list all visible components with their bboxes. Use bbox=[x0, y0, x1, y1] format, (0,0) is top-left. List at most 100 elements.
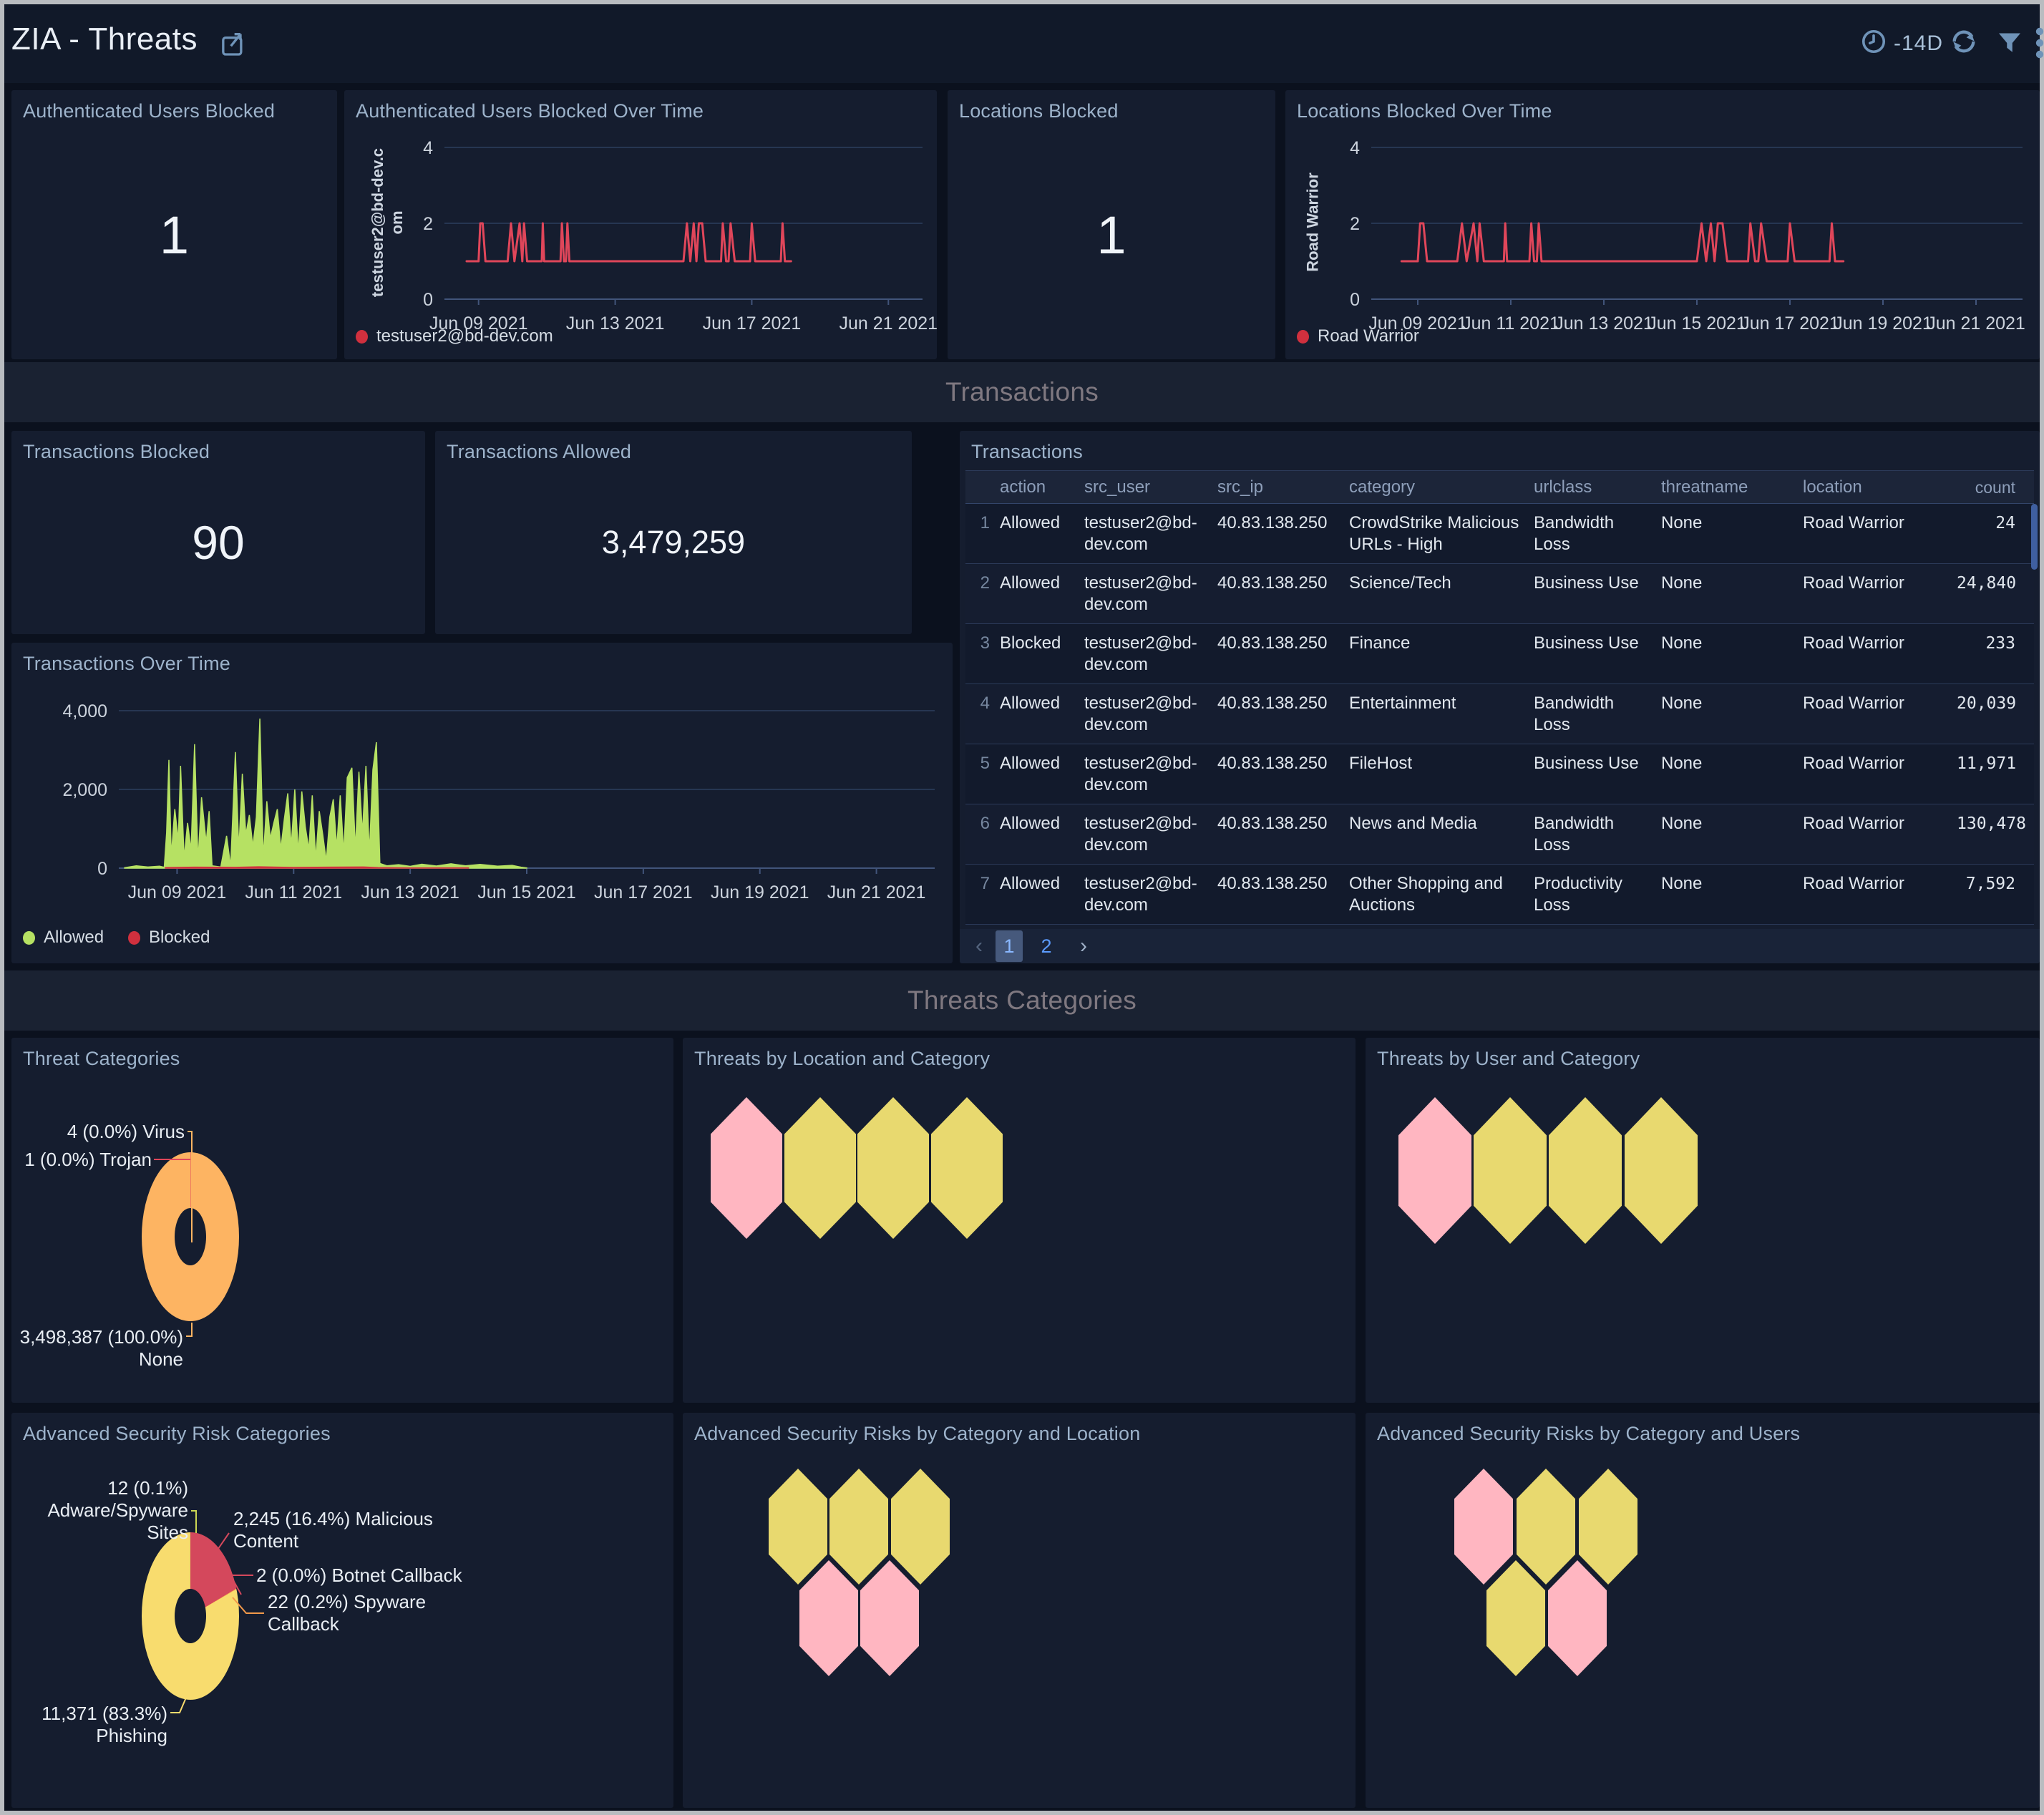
svg-text:0: 0 bbox=[97, 859, 107, 879]
legend-label: testuser2@bd-dev.com bbox=[376, 326, 553, 346]
pagination-page-1[interactable]: 1 bbox=[996, 930, 1023, 962]
hex-cell[interactable] bbox=[1625, 1097, 1698, 1244]
cell-category: CrowdStrike Malicious URLs - High bbox=[1349, 513, 1519, 554]
chart-legend[interactable]: testuser2@bd-dev.com bbox=[356, 326, 553, 346]
donut-label-botnet-callback[interactable]: 2 (0.0%) Botnet Callback bbox=[256, 1565, 500, 1587]
cell-urlclass: Business Use bbox=[1534, 633, 1639, 653]
column-header-urlclass[interactable]: urlclass bbox=[1527, 477, 1654, 498]
cell-count: 20,039 bbox=[1957, 694, 2017, 713]
column-header-category[interactable]: category bbox=[1342, 477, 1527, 498]
table-header-row[interactable]: action src_user src_ip category urlclass thre… bbox=[965, 471, 2034, 504]
cell-threat: None bbox=[1661, 754, 1703, 773]
column-header-src_ip[interactable]: src_ip bbox=[1210, 477, 1342, 498]
cell-category: Science/Tech bbox=[1349, 573, 1451, 593]
hex-cell[interactable] bbox=[829, 1469, 888, 1585]
svg-text:Jun 11 2021: Jun 11 2021 bbox=[1462, 313, 1559, 334]
pagination-prev-icon[interactable]: ‹ bbox=[967, 934, 991, 958]
hex-cell[interactable] bbox=[1398, 1097, 1471, 1244]
cell-location: Road Warrior bbox=[1803, 694, 1904, 713]
share-icon[interactable] bbox=[219, 28, 248, 59]
panel-transactions-table: Transactions action src_user src_ip categor… bbox=[960, 431, 2040, 963]
panel-title: Threats by Location and Category bbox=[694, 1048, 991, 1069]
hex-cell[interactable] bbox=[799, 1560, 858, 1676]
pagination-pages: 12 bbox=[996, 930, 1060, 962]
cell-ip: 40.83.138.250 bbox=[1217, 633, 1328, 653]
hex-cell[interactable] bbox=[1548, 1560, 1607, 1676]
svg-text:Jun 17 2021: Jun 17 2021 bbox=[703, 313, 802, 334]
pagination-next-icon[interactable]: › bbox=[1071, 934, 1096, 958]
table-scrollbar[interactable] bbox=[2031, 504, 2038, 570]
donut-hole bbox=[175, 1589, 206, 1643]
kebab-menu-icon[interactable] bbox=[2033, 26, 2044, 60]
legend-label: Allowed bbox=[44, 928, 104, 947]
pagination-page-2[interactable]: 2 bbox=[1033, 930, 1060, 962]
table-row: 1 Allowed testuser2@bd-dev.com 40.83.138.25… bbox=[965, 504, 2034, 564]
hex-cell[interactable] bbox=[857, 1097, 929, 1239]
column-header-count[interactable]: count bbox=[1950, 477, 2034, 498]
cell-num: 1 bbox=[980, 513, 990, 532]
page-title: ZIA - Threats bbox=[11, 21, 198, 57]
cell-action: Blocked bbox=[1000, 633, 1061, 653]
filter-icon[interactable] bbox=[1997, 30, 2023, 56]
cell-location: Road Warrior bbox=[1803, 754, 1904, 773]
cell-threat: None bbox=[1661, 694, 1703, 713]
donut-label-phishing[interactable]: 11,371 (83.3%) Phishing bbox=[11, 1703, 167, 1747]
svg-text:Jun 15 2021: Jun 15 2021 bbox=[1648, 313, 1746, 334]
hex-cell[interactable] bbox=[1549, 1097, 1622, 1244]
svg-text:2,000: 2,000 bbox=[62, 780, 107, 800]
table-row: 7 Allowed testuser2@bd-dev.com 40.83.138.25… bbox=[965, 865, 2034, 925]
donut-label-virus[interactable]: 4 (0.0%) Virus bbox=[42, 1121, 185, 1143]
legend-label: Blocked bbox=[149, 928, 210, 947]
donut-label-malicious-content[interactable]: 2,245 (16.4%) Malicious Content bbox=[233, 1508, 448, 1552]
column-header-src_user[interactable]: src_user bbox=[1077, 477, 1210, 498]
hex-cell[interactable] bbox=[931, 1097, 1003, 1239]
cell-urlclass: Bandwidth Loss bbox=[1534, 513, 1615, 554]
hex-cell[interactable] bbox=[769, 1469, 827, 1585]
panel-title: Threats by User and Category bbox=[1377, 1048, 1640, 1069]
hex-cell[interactable] bbox=[784, 1097, 856, 1239]
panel-threats-by-user: Threats by User and Category bbox=[1366, 1038, 2040, 1403]
column-header-threatname[interactable]: threatname bbox=[1654, 477, 1796, 498]
time-range-label[interactable]: -14D bbox=[1894, 31, 1943, 56]
table-body: 1 Allowed testuser2@bd-dev.com 40.83.138.25… bbox=[965, 504, 2034, 930]
cell-location: Road Warrior bbox=[1803, 573, 1904, 593]
hex-cell[interactable] bbox=[1454, 1469, 1513, 1585]
cell-action: Allowed bbox=[1000, 874, 1061, 893]
column-header-location[interactable]: location bbox=[1796, 477, 1950, 498]
hex-cell[interactable] bbox=[1474, 1097, 1547, 1244]
dashboard-header: ZIA - Threats -14D bbox=[4, 4, 2044, 83]
refresh-icon[interactable] bbox=[1950, 27, 1978, 56]
cell-count: 24 bbox=[1995, 514, 2015, 532]
hex-cell[interactable] bbox=[860, 1560, 919, 1676]
hex-cell[interactable] bbox=[711, 1097, 782, 1239]
legend-label: Road Warrior bbox=[1318, 326, 1419, 346]
chart-legend[interactable]: Allowed Blocked bbox=[23, 928, 210, 948]
cell-threat: None bbox=[1661, 633, 1703, 653]
svg-text:Jun 17 2021: Jun 17 2021 bbox=[1741, 313, 1839, 334]
donut-label-adware[interactable]: 12 (0.1%) Adware/Spyware Sites bbox=[15, 1477, 188, 1544]
donut-label-spyware-callback[interactable]: 22 (0.2%) Spyware Callback bbox=[268, 1591, 439, 1635]
section-header-threat-categories[interactable]: Threats Categories bbox=[4, 970, 2040, 1031]
column-header-action[interactable]: action bbox=[993, 477, 1077, 498]
cell-threat: None bbox=[1661, 513, 1703, 532]
table-row: 2 Allowed testuser2@bd-dev.com 40.83.138.25… bbox=[965, 564, 2034, 624]
cell-action: Allowed bbox=[1000, 513, 1061, 532]
hex-cell[interactable] bbox=[1579, 1469, 1637, 1585]
legend-dot bbox=[23, 930, 35, 945]
cell-urlclass: Productivity Loss bbox=[1534, 874, 1623, 915]
svg-text:Jun 13 2021: Jun 13 2021 bbox=[1554, 313, 1653, 334]
chart-legend[interactable]: Road Warrior bbox=[1297, 326, 1419, 346]
cell-count: 11,971 bbox=[1957, 754, 2017, 773]
hex-cell[interactable] bbox=[1486, 1560, 1545, 1676]
clock-icon[interactable] bbox=[1861, 29, 1887, 54]
cell-count: 130,478 bbox=[1957, 814, 2026, 833]
section-header-transactions[interactable]: Transactions bbox=[4, 362, 2040, 422]
cell-num: 5 bbox=[980, 754, 990, 773]
donut-label-none[interactable]: 3,498,387 (100.0%) None bbox=[11, 1326, 183, 1371]
panel-title: Advanced Security Risks by Category and … bbox=[1377, 1423, 1801, 1444]
donut-label-trojan[interactable]: 1 (0.0%) Trojan bbox=[11, 1149, 152, 1171]
table-row: 4 Allowed testuser2@bd-dev.com 40.83.138.25… bbox=[965, 684, 2034, 744]
panel-threats-by-location: Threats by Location and Category bbox=[683, 1038, 1356, 1403]
hex-cell[interactable] bbox=[891, 1469, 950, 1585]
hex-cell[interactable] bbox=[1517, 1469, 1575, 1585]
